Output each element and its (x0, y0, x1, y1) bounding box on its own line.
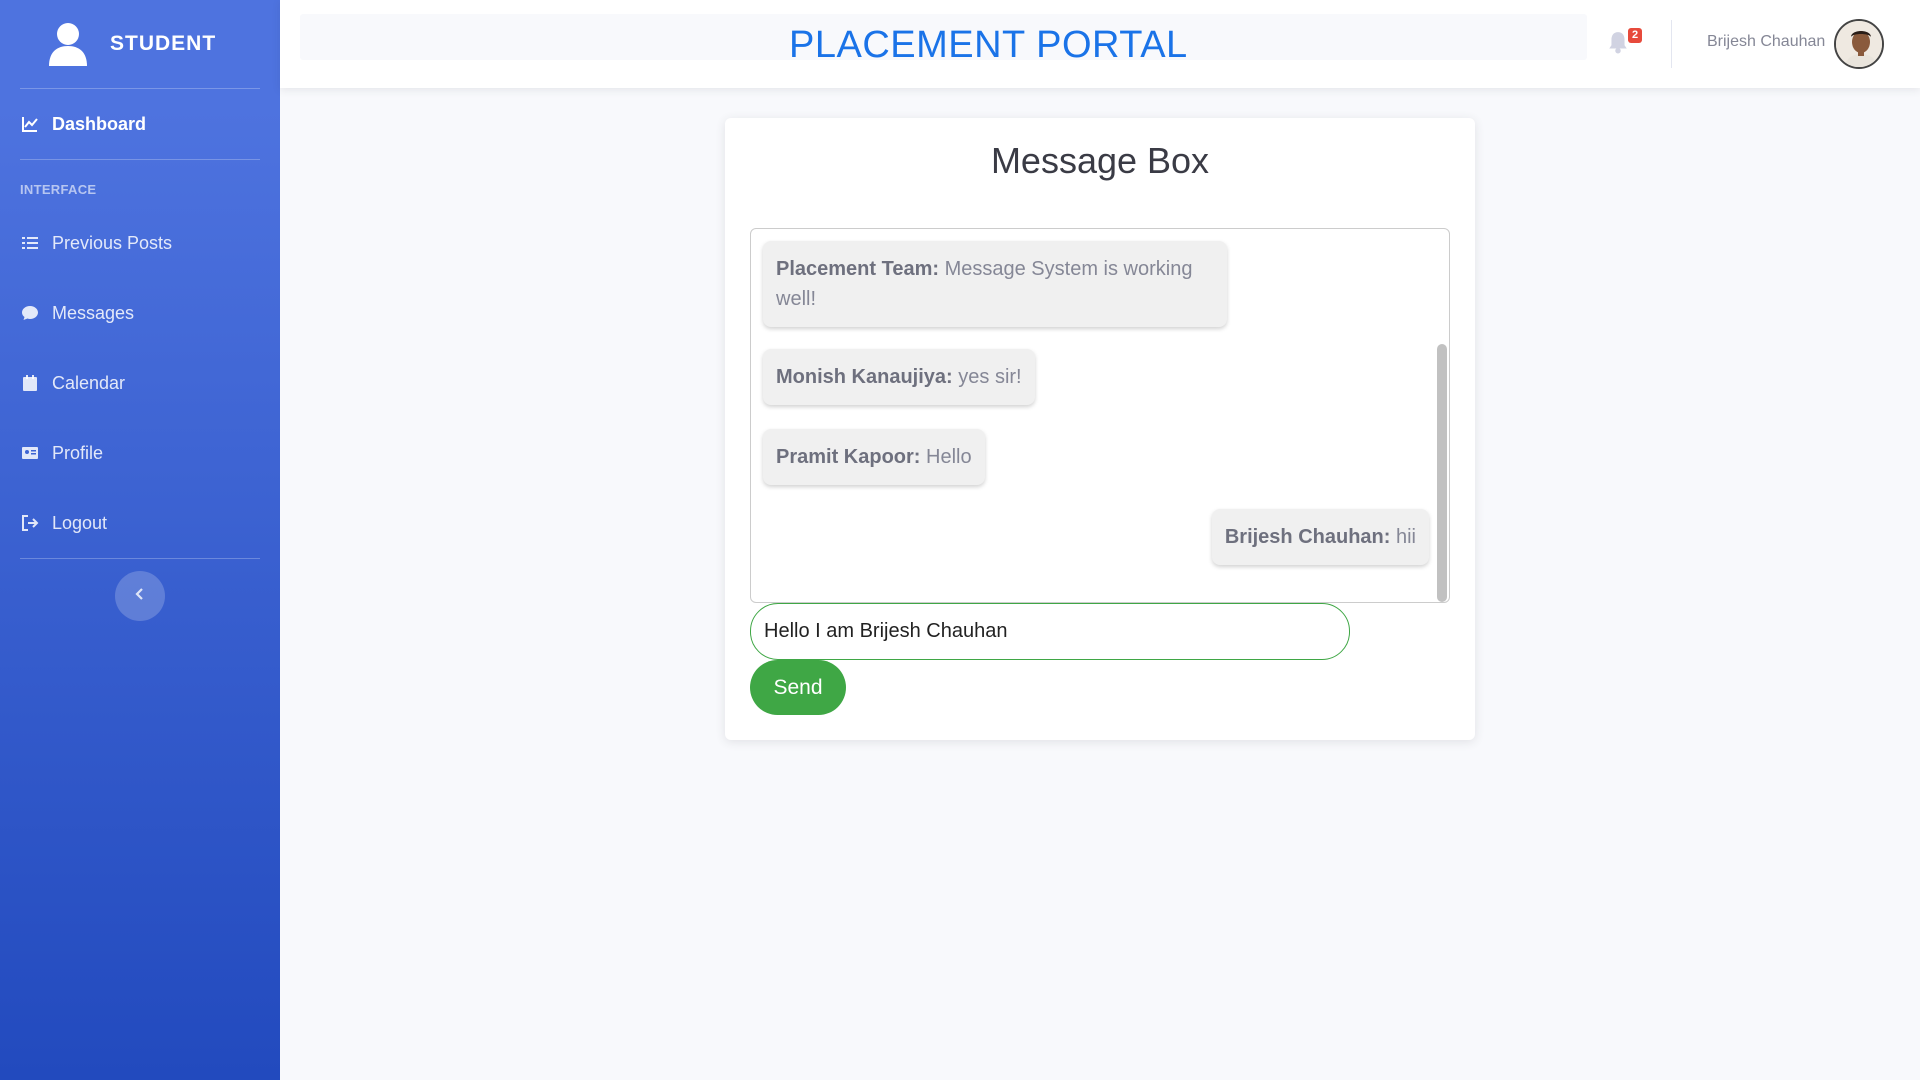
sidebar-item-label: Profile (52, 442, 104, 463)
sidebar-divider (20, 558, 260, 559)
list-icon (20, 233, 40, 253)
title-bar: PLACEMENT PORTAL (300, 14, 1587, 66)
message-input[interactable] (750, 603, 1350, 660)
sidebar-item-calendar[interactable]: Calendar (0, 348, 280, 418)
sidebar-item-label: Previous Posts (52, 232, 173, 253)
id-card-icon (20, 443, 40, 463)
sidebar-item-logout[interactable]: Logout (0, 488, 280, 558)
calendar-icon (20, 373, 40, 393)
message-text: yes sir! (958, 366, 1022, 388)
sidebar-toggle-button[interactable] (115, 571, 165, 621)
user-name[interactable]: Brijesh Chauhan (1707, 33, 1825, 51)
sidebar-item-previous-posts[interactable]: Previous Posts (0, 208, 280, 278)
sidebar-brand[interactable]: STUDENT (0, 0, 280, 88)
message-bubble: Monish Kanaujiya: yes sir! (763, 349, 1035, 405)
line-chart-icon (20, 114, 40, 134)
message-sender: Brijesh Chauhan: (1224, 526, 1391, 548)
topbar-divider (1671, 20, 1672, 68)
sidebar-item-label: Logout (52, 512, 108, 533)
sidebar-item-label: Calendar (52, 372, 126, 393)
message-sender: Pramit Kapoor: (776, 446, 921, 468)
message-bubble: Brijesh Chauhan: hii (1211, 509, 1429, 565)
send-button[interactable]: Send (750, 660, 846, 715)
message-text: hii (1395, 526, 1416, 548)
avatar[interactable] (1834, 19, 1884, 69)
chat-bubble-icon (20, 303, 40, 323)
sidebar: STUDENT Dashboard INTERFACE Previous Pos… (0, 0, 280, 1080)
sidebar-item-profile[interactable]: Profile (0, 418, 280, 488)
message-text: Hello (926, 446, 972, 468)
notification-badge: 2 (1628, 28, 1643, 43)
message-box-card: Message Box Placement Team: Message Syst… (725, 118, 1475, 740)
sidebar-item-messages[interactable]: Messages (0, 278, 280, 348)
message-bubble: Placement Team: Message System is workin… (763, 241, 1227, 327)
message-sender: Placement Team: (776, 258, 940, 280)
chevron-left-icon (132, 586, 148, 607)
logout-icon (20, 513, 40, 533)
sidebar-item-label: Messages (52, 302, 135, 323)
sidebar-section-heading: INTERFACE (20, 182, 97, 197)
chat-area[interactable]: Placement Team: Message System is workin… (750, 228, 1450, 603)
chat-scrollbar[interactable] (1437, 344, 1447, 602)
message-box-title: Message Box (990, 140, 1210, 181)
message-sender: Monish Kanaujiya: (776, 366, 953, 388)
message-bubble: Pramit Kapoor: Hello (763, 429, 985, 485)
sidebar-item-dashboard[interactable]: Dashboard (0, 89, 280, 159)
sidebar-item-label: Dashboard (52, 113, 147, 134)
user-icon (48, 22, 88, 66)
topbar: PLACEMENT PORTAL 2 Brijesh Chauhan (280, 0, 1920, 88)
page-title: PLACEMENT PORTAL (789, 24, 1188, 66)
sidebar-brand-text: STUDENT (110, 32, 217, 55)
